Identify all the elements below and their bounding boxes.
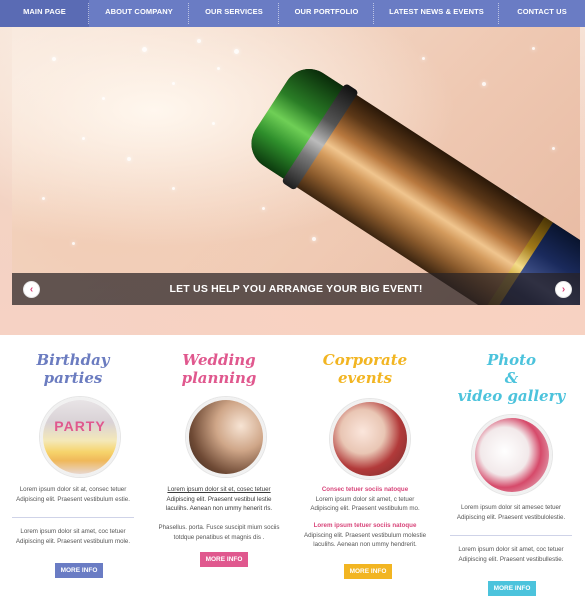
hero-slide-image — [12, 27, 580, 305]
more-info-button[interactable]: MORE INFO — [344, 564, 392, 579]
service-column-birthday: Birthday parties PARTY Lorem ipsum dolor… — [0, 335, 146, 610]
more-info-button[interactable]: MORE INFO — [488, 581, 536, 596]
hero-section: LET US HELP YOU ARRANGE YOUR BIG EVENT! … — [0, 27, 585, 335]
nav-item-latest-news-events[interactable]: LATEST NEWS & EVENTS — [374, 0, 499, 27]
service-title: Photo & video gallery — [457, 351, 566, 405]
service-title: Wedding planning — [181, 351, 257, 387]
service-text: Lorem ipsum dolor sit amet, coc tetuer A… — [458, 546, 564, 563]
chevron-left-icon[interactable]: ‹ — [23, 281, 40, 298]
service-text: Lorem ipsum dolor sit amet, coc tetuer A… — [15, 528, 131, 545]
nav-item-our-services[interactable]: OUR SERVICES — [189, 0, 279, 27]
more-info-button[interactable]: MORE INFO — [200, 552, 248, 567]
champagne-bottle-illustration — [241, 59, 580, 305]
hero-caption-bar: LET US HELP YOU ARRANGE YOUR BIG EVENT! … — [12, 273, 580, 305]
service-text: Consec tetuer sociis natoque Lorem ipsum… — [310, 486, 420, 512]
nav-item-about-company[interactable]: ABOUT COMPANY — [89, 0, 189, 27]
service-column-corporate: Corporate events Consec tetuer sociis na… — [292, 335, 438, 610]
chevron-right-icon[interactable]: › — [555, 281, 572, 298]
service-column-wedding: Wedding planning Lorem ipsum dolor sit e… — [146, 335, 292, 610]
service-text: Lorem ipsum dolor sit amesec tetuer Adip… — [456, 504, 566, 521]
birthday-cake-image: PARTY — [40, 397, 120, 477]
wedding-couple-image — [186, 397, 266, 477]
service-title: Birthday parties — [36, 351, 110, 387]
service-text: Phasellus. porta. Fusce suscipit mium so… — [158, 524, 280, 541]
services-columns: Birthday parties PARTY Lorem ipsum dolor… — [0, 335, 585, 610]
page: MAIN PAGE ABOUT COMPANY OUR SERVICES OUR… — [0, 0, 585, 610]
service-text: Lorem ipsum tetuer sociis natoque Adipis… — [303, 522, 427, 548]
service-text: Lorem ipsum dolor sit at, consec tetuer … — [16, 486, 130, 503]
nav-item-our-portfolio[interactable]: OUR PORTFOLIO — [279, 0, 374, 27]
service-text: Lorem ipsum dolor sit et, cosec tetuer A… — [165, 486, 273, 512]
divider — [12, 517, 134, 518]
nav-item-main-page[interactable]: MAIN PAGE — [0, 0, 89, 27]
corporate-party-image — [330, 399, 410, 479]
main-nav: MAIN PAGE ABOUT COMPANY OUR SERVICES OUR… — [0, 0, 585, 27]
service-column-gallery: Photo & video gallery Lorem ipsum dolor … — [438, 335, 585, 610]
divider — [450, 535, 572, 536]
service-title: Corporate events — [322, 351, 408, 387]
hero-caption: LET US HELP YOU ARRANGE YOUR BIG EVENT! — [169, 283, 423, 295]
gallery-photo-image — [472, 415, 552, 495]
nav-item-contact-us[interactable]: CONTACT US — [499, 0, 585, 27]
more-info-button[interactable]: MORE INFO — [55, 563, 103, 578]
